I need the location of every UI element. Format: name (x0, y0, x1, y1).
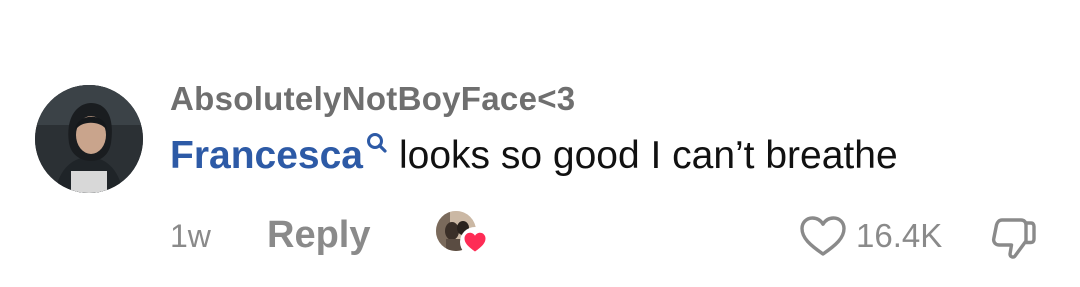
comment-actions: 1w Reply 16.4K (170, 211, 1070, 259)
comment-username[interactable]: AbsolutelyNotBoyFace<3 (170, 80, 575, 118)
comment-timestamp: 1w (170, 218, 211, 254)
heart-icon (460, 227, 490, 257)
avatar-image (35, 85, 143, 193)
user-avatar[interactable] (35, 85, 143, 193)
mention-name: Francesca (170, 134, 363, 177)
comment-text: looks so good I can’t breathe (398, 134, 898, 177)
thumbs-down-icon (991, 218, 1036, 259)
like-button[interactable]: 16.4K (798, 214, 942, 258)
like-count: 16.4K (856, 217, 943, 254)
reply-button[interactable]: Reply (267, 214, 370, 257)
search-icon (366, 133, 387, 153)
heart-outline-icon (800, 216, 846, 256)
comment-item: AbsolutelyNotBoyFace<3 Francesca looks s… (0, 0, 1080, 287)
mention-link[interactable]: Francesca (170, 133, 387, 178)
comment-body: Francesca looks so good I can’t breathe (170, 133, 898, 178)
creator-liked-badge (432, 211, 496, 259)
dislike-button[interactable] (988, 214, 1038, 262)
